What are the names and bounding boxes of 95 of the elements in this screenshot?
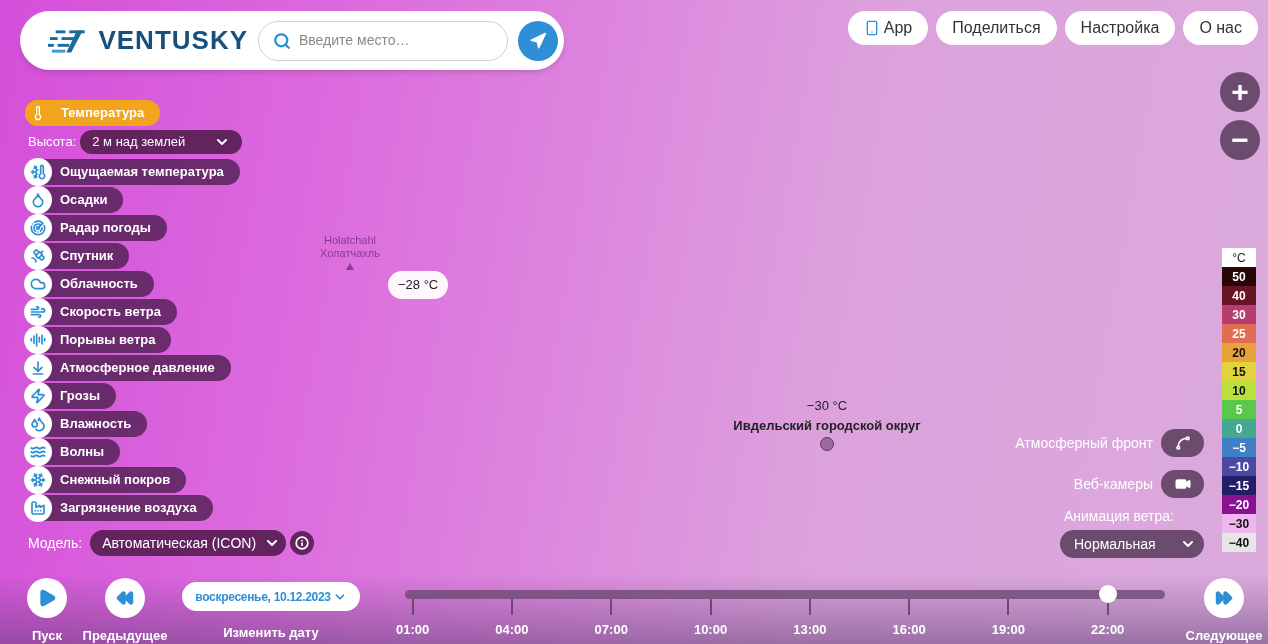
legend-swatch: 25 xyxy=(1222,324,1256,343)
droplet-icon xyxy=(24,186,52,214)
play-button[interactable] xyxy=(27,578,67,618)
layer-button[interactable]: Радар погоды xyxy=(24,215,167,241)
layer-button[interactable]: Загрязнение воздуха xyxy=(24,495,213,521)
info-icon xyxy=(295,536,310,550)
layer-button[interactable]: Скорость ветра xyxy=(24,299,177,325)
play-label: Пуск xyxy=(32,627,62,644)
bars-icon xyxy=(24,326,52,354)
zoom-out-button[interactable]: − xyxy=(1220,120,1260,160)
search-icon xyxy=(273,31,291,50)
overlay-toggle[interactable] xyxy=(1161,429,1204,457)
layer-button[interactable]: Волны xyxy=(24,439,121,465)
search-input[interactable]: Введите место… xyxy=(299,30,493,51)
overlay-label: Веб-камеры xyxy=(1073,474,1153,494)
rewind-icon xyxy=(116,589,134,607)
height-label: Высота: xyxy=(28,133,77,152)
legend-swatch: −15 xyxy=(1222,476,1256,495)
legend-swatch: 40 xyxy=(1222,286,1256,305)
fast-forward-icon xyxy=(1215,589,1233,607)
previous-label: Предыдущее xyxy=(82,627,168,644)
previous-button[interactable] xyxy=(105,578,145,618)
play-icon xyxy=(37,588,57,608)
height-select[interactable]: 2 м над землей xyxy=(80,130,243,154)
temperature-label: −30 °C xyxy=(806,397,848,415)
logo-text: VENTUSKY xyxy=(98,24,248,57)
city-label: Ивдельский городской округ xyxy=(733,416,921,435)
waves-icon xyxy=(24,438,52,466)
place-label: Холатчахль xyxy=(320,247,380,260)
lightning-icon xyxy=(24,382,52,410)
timeline-thumb[interactable] xyxy=(1099,585,1117,603)
layer-button[interactable]: Порывы ветра xyxy=(24,327,172,353)
layer-button[interactable]: Осадки xyxy=(24,187,124,213)
snowflake-icon xyxy=(24,466,52,494)
nav-button[interactable]: Поделиться xyxy=(936,11,1057,45)
time-tick-label: 16:00 xyxy=(892,621,926,639)
peak-icon xyxy=(345,263,354,270)
model-label: Модель: xyxy=(28,533,83,553)
change-date-label: Изменить дату xyxy=(223,624,319,642)
legend-swatch: 30 xyxy=(1222,305,1256,324)
layer-button[interactable]: Грозы xyxy=(24,383,117,409)
overlay-toggle[interactable] xyxy=(1161,470,1204,498)
temperature-label: −28 °C xyxy=(388,271,449,299)
next-button[interactable] xyxy=(1204,578,1244,618)
front-icon xyxy=(1174,435,1191,451)
wind-icon xyxy=(24,298,52,326)
time-tick-label: 10:00 xyxy=(693,621,728,639)
time-tick-label: 07:00 xyxy=(594,621,628,639)
locate-arrow-icon xyxy=(529,31,547,50)
city-marker-icon xyxy=(820,437,834,451)
time-tick-label: 19:00 xyxy=(991,621,1026,639)
legend-swatch: −30 xyxy=(1222,514,1256,533)
factory-icon xyxy=(24,494,52,522)
timeline-slider[interactable] xyxy=(405,585,1165,603)
nav-button[interactable]: App xyxy=(847,11,929,45)
layer-button[interactable]: Атмосферное давление xyxy=(24,355,231,381)
search-field[interactable]: Введите место… xyxy=(258,20,508,61)
info-button[interactable] xyxy=(290,531,315,555)
thermometer-icon xyxy=(24,158,52,186)
wind-animation-select[interactable]: Нормальная xyxy=(1060,530,1204,558)
legend-swatch: −5 xyxy=(1222,438,1256,457)
place-label: Holatchahl xyxy=(323,234,376,247)
time-tick-label: 22:00 xyxy=(1091,621,1125,639)
date-select[interactable]: воскресенье, 10.12.2023 xyxy=(182,582,360,611)
time-tick-label: 04:00 xyxy=(495,621,529,639)
legend-swatch: 10 xyxy=(1222,381,1256,400)
legend-swatch: 50 xyxy=(1222,267,1256,286)
cloud-icon xyxy=(24,270,52,298)
wind-animation-label: Анимация ветра: xyxy=(1063,507,1174,526)
overlay-label: Атмосферный фронт xyxy=(1015,433,1153,453)
droplets-icon xyxy=(24,410,52,438)
layer-button[interactable]: Облачность xyxy=(24,271,154,297)
legend-swatch: 20 xyxy=(1222,343,1256,362)
layer-button[interactable]: Спутник xyxy=(24,243,130,269)
legend-swatch: 15 xyxy=(1222,362,1256,381)
camera-icon xyxy=(1174,476,1191,492)
satellite-icon xyxy=(24,242,52,270)
layer-button[interactable]: Снежный покров xyxy=(24,467,187,493)
legend-swatch: −40 xyxy=(1222,533,1256,552)
zoom-in-button[interactable]: + xyxy=(1220,72,1260,112)
layer-button[interactable]: Ощущаемая температура xyxy=(24,159,240,185)
time-tick-label: 13:00 xyxy=(793,621,827,639)
legend-unit: °C xyxy=(1222,248,1256,267)
layer-button[interactable]: Влажность xyxy=(24,411,148,437)
nav-button[interactable]: О нас xyxy=(1183,11,1258,45)
time-tick-label: 01:00 xyxy=(396,621,430,639)
next-label: Следующее xyxy=(1185,627,1263,644)
legend-swatch: −20 xyxy=(1222,495,1256,514)
nav-button[interactable]: Настройка xyxy=(1064,11,1176,45)
radar-icon xyxy=(24,214,52,242)
locate-button[interactable] xyxy=(518,20,558,61)
model-select[interactable]: Автоматическая (ICON) xyxy=(90,530,287,556)
legend-swatch: 0 xyxy=(1222,419,1256,438)
legend-swatch: −10 xyxy=(1222,457,1256,476)
legend-swatch: 5 xyxy=(1222,400,1256,419)
